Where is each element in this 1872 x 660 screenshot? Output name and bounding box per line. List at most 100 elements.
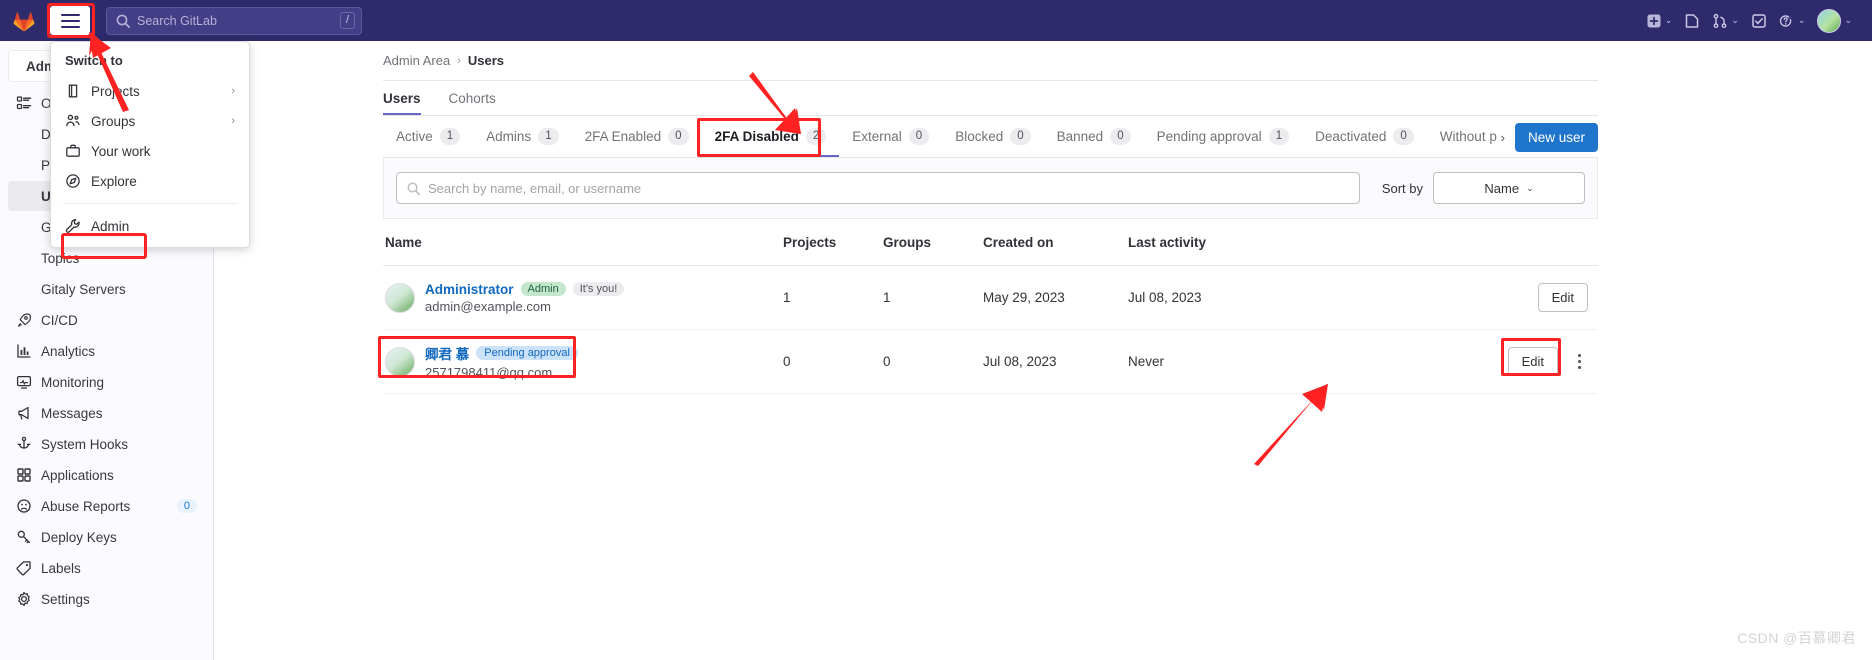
dropdown-item-groups[interactable]: Groups › bbox=[51, 106, 249, 136]
filter-tab-pending-approval[interactable]: Pending approval 1 bbox=[1144, 116, 1303, 157]
breadcrumb-separator-icon: › bbox=[457, 54, 461, 67]
sidebar-item-deploy-keys[interactable]: Deploy Keys bbox=[8, 522, 205, 552]
edit-button[interactable]: Edit bbox=[1507, 347, 1558, 376]
user-name-line: 卿君 慕 Pending approval bbox=[425, 343, 578, 363]
filter-tab-label: External bbox=[852, 129, 902, 144]
user-menu[interactable]: ⌄ bbox=[1813, 5, 1856, 37]
user-name-line: Administrator Admin It's you! bbox=[425, 282, 625, 297]
dropdown-item-explore[interactable]: Explore bbox=[51, 166, 249, 196]
column-header-last-activity: Last activity bbox=[1128, 234, 1207, 250]
filter-tab-count: 0 bbox=[668, 128, 689, 145]
sort-by-dropdown[interactable]: Name ⌄ bbox=[1433, 172, 1585, 204]
hamburger-menu-icon[interactable] bbox=[50, 6, 90, 35]
breadcrumb-root[interactable]: Admin Area bbox=[383, 53, 450, 68]
compass-icon bbox=[65, 173, 81, 189]
avatar bbox=[1817, 8, 1842, 33]
help-icon[interactable]: ⌄ bbox=[1775, 9, 1810, 33]
sidebar-item-analytics[interactable]: Analytics bbox=[8, 336, 205, 366]
column-header-groups: Groups bbox=[883, 234, 932, 250]
create-new-icon[interactable]: ⌄ bbox=[1642, 9, 1677, 33]
sidebar-item-label: Topics bbox=[41, 250, 80, 266]
todos-icon[interactable] bbox=[1747, 9, 1771, 33]
tab-cohorts[interactable]: Cohorts bbox=[449, 91, 496, 115]
users-search-input[interactable]: Search by name, email, or username bbox=[396, 172, 1360, 204]
dropdown-title: Switch to bbox=[65, 53, 123, 68]
sidebar-item-labels[interactable]: Labels bbox=[8, 553, 205, 583]
filter-tab-label: Banned bbox=[1056, 129, 1104, 144]
user-cell-groups: 0 bbox=[883, 354, 891, 369]
filter-tab-2fa-disabled[interactable]: 2FA Disabled 2 bbox=[702, 116, 840, 157]
kebab-dot bbox=[1577, 360, 1581, 363]
user-name-link[interactable]: 卿君 慕 bbox=[425, 343, 469, 363]
tab-users[interactable]: Users bbox=[383, 91, 421, 115]
applications-icon bbox=[16, 467, 32, 483]
sidebar-item-label: Applications bbox=[41, 467, 114, 483]
chevron-down-icon: ⌄ bbox=[1526, 182, 1534, 193]
user-name-link[interactable]: Administrator bbox=[425, 282, 514, 297]
gitlab-logo-icon[interactable] bbox=[0, 8, 48, 33]
project-icon bbox=[65, 83, 81, 99]
search-icon bbox=[116, 14, 130, 28]
topbar-right-actions: ⌄ ⌄ ⌄ ⌄ bbox=[1642, 5, 1872, 37]
filter-tab-count: 0 bbox=[908, 128, 930, 145]
filter-tab-banned[interactable]: Banned 0 bbox=[1044, 116, 1144, 157]
dropdown-item-projects[interactable]: Projects › bbox=[51, 76, 249, 106]
wrench-icon bbox=[65, 218, 81, 234]
dropdown-item-admin[interactable]: Admin bbox=[51, 211, 249, 241]
filter-tab-label: Active bbox=[396, 129, 433, 144]
sidebar-item-settings[interactable]: Settings bbox=[8, 584, 205, 614]
filter-tabs-scroll-right-icon[interactable]: › bbox=[1497, 130, 1509, 157]
column-header-projects: Projects bbox=[783, 234, 837, 250]
help-caret: ⌄ bbox=[1797, 15, 1806, 25]
megaphone-icon bbox=[16, 405, 32, 421]
key-icon bbox=[16, 529, 32, 545]
new-user-button[interactable]: New user bbox=[1514, 123, 1598, 152]
user-cell-last-activity: Never bbox=[1128, 354, 1165, 369]
user-cell-groups: 1 bbox=[883, 290, 891, 305]
dropdown-item-your-work[interactable]: Your work bbox=[51, 136, 249, 166]
edit-button[interactable]: Edit bbox=[1537, 283, 1588, 312]
status-badge: Pending approval bbox=[476, 346, 578, 360]
user-menu-caret: ⌄ bbox=[1844, 15, 1852, 25]
filter-tab-count: 0 bbox=[1110, 128, 1131, 145]
users-table-header: Name Projects Groups Created on Last act… bbox=[383, 219, 1598, 266]
sidebar-item-gitaly-servers[interactable]: Gitaly Servers bbox=[8, 274, 205, 304]
sidebar-item-label: Monitoring bbox=[41, 374, 105, 390]
user-cell-projects: 1 bbox=[783, 290, 791, 305]
merge-requests-icon[interactable]: ⌄ bbox=[1708, 9, 1743, 33]
dropdown-item-label: Groups bbox=[91, 113, 136, 129]
sidebar-item-applications[interactable]: Applications bbox=[8, 460, 205, 490]
filter-tab-without-projects[interactable]: Without p bbox=[1427, 116, 1497, 157]
briefcase-icon bbox=[65, 143, 81, 159]
hamburger-bar bbox=[60, 25, 80, 28]
sidebar-item-messages[interactable]: Messages bbox=[8, 398, 205, 428]
filter-tab-deactivated[interactable]: Deactivated 0 bbox=[1302, 116, 1427, 157]
filter-tab-active[interactable]: Active 1 bbox=[383, 116, 473, 157]
dropdown-item-label: Admin bbox=[91, 218, 130, 234]
filter-tab-label: Without p bbox=[1439, 129, 1497, 144]
global-search-input[interactable]: Search GitLab / bbox=[106, 6, 362, 35]
dropdown-item-label: Your work bbox=[91, 143, 151, 159]
gear-icon bbox=[16, 591, 32, 607]
filter-tab-admins[interactable]: Admins 1 bbox=[473, 116, 571, 157]
label-icon bbox=[16, 560, 32, 576]
sidebar-item-cicd[interactable]: CI/CD bbox=[8, 305, 205, 335]
sidebar-item-label: Gitaly Servers bbox=[41, 281, 126, 297]
filter-tab-external[interactable]: External 0 bbox=[839, 116, 942, 157]
sidebar-item-abuse-reports[interactable]: Abuse Reports 0 bbox=[8, 491, 205, 521]
user-identity: 卿君 慕 Pending approval 2571798411@qq.com bbox=[425, 343, 578, 380]
more-actions-icon[interactable] bbox=[1570, 350, 1588, 373]
sidebar-item-system-hooks[interactable]: System Hooks bbox=[8, 429, 205, 459]
users-search-panel: Search by name, email, or username Sort … bbox=[383, 158, 1598, 219]
filter-tab-label: Blocked bbox=[955, 129, 1004, 144]
filter-tab-2fa-enabled[interactable]: 2FA Enabled 0 bbox=[572, 116, 702, 157]
sidebar-item-monitoring[interactable]: Monitoring bbox=[8, 367, 205, 397]
filter-tab-label: Admins bbox=[486, 129, 532, 144]
switch-to-dropdown: Switch to Projects › Groups › Your work … bbox=[50, 41, 250, 259]
filter-tab-blocked[interactable]: Blocked 0 bbox=[942, 116, 1043, 157]
issues-icon[interactable] bbox=[1680, 9, 1704, 33]
sidebar-item-label: Settings bbox=[41, 591, 90, 607]
watermark: CSDN @百慕卿君 bbox=[1737, 630, 1856, 646]
sort-by-label: Sort by bbox=[1381, 180, 1423, 196]
search-shortcut-badge: / bbox=[339, 12, 355, 29]
